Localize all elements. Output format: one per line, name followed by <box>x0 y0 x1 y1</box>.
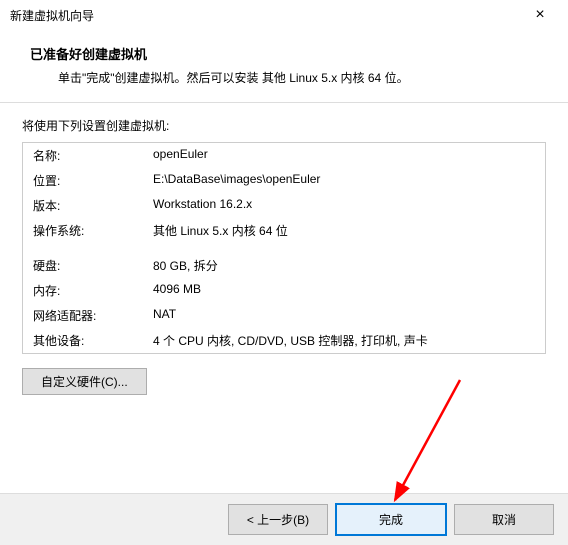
close-icon[interactable]: × <box>520 0 560 30</box>
row-value: 其他 Linux 5.x 内核 64 位 <box>143 218 545 243</box>
window-title: 新建虚拟机向导 <box>10 7 94 24</box>
summary-panel: 名称:openEuler 位置:E:\DataBase\images\openE… <box>22 142 546 354</box>
row-key: 内存: <box>23 278 143 303</box>
wizard-header: 已准备好创建虚拟机 单击"完成"创建虚拟机。然后可以安装 其他 Linux 5.… <box>0 30 568 102</box>
table-row: 内存:4096 MB <box>23 278 545 303</box>
intro-text: 将使用下列设置创建虚拟机: <box>22 117 546 134</box>
row-key: 操作系统: <box>23 218 143 243</box>
row-value: 4096 MB <box>143 278 545 303</box>
row-value: NAT <box>143 303 545 328</box>
row-key: 版本: <box>23 193 143 218</box>
back-button[interactable]: < 上一步(B) <box>228 504 328 535</box>
table-row: 硬盘:80 GB, 拆分 <box>23 253 545 278</box>
content-area: 将使用下列设置创建虚拟机: 名称:openEuler 位置:E:\DataBas… <box>0 103 568 395</box>
cancel-button[interactable]: 取消 <box>454 504 554 535</box>
customize-hardware-button[interactable]: 自定义硬件(C)... <box>22 368 147 395</box>
finish-button[interactable]: 完成 <box>336 504 446 535</box>
table-row: 网络适配器:NAT <box>23 303 545 328</box>
table-row: 位置:E:\DataBase\images\openEuler <box>23 168 545 193</box>
wizard-footer: < 上一步(B) 完成 取消 <box>0 493 568 545</box>
row-value: Workstation 16.2.x <box>143 193 545 218</box>
row-key: 硬盘: <box>23 253 143 278</box>
page-subheading: 单击"完成"创建虚拟机。然后可以安装 其他 Linux 5.x 内核 64 位。 <box>30 69 538 86</box>
page-heading: 已准备好创建虚拟机 <box>30 44 538 63</box>
row-key: 网络适配器: <box>23 303 143 328</box>
row-value: E:\DataBase\images\openEuler <box>143 168 545 193</box>
table-row: 其他设备:4 个 CPU 内核, CD/DVD, USB 控制器, 打印机, 声… <box>23 328 545 353</box>
table-row: 版本:Workstation 16.2.x <box>23 193 545 218</box>
table-row: 操作系统:其他 Linux 5.x 内核 64 位 <box>23 218 545 243</box>
row-value: 80 GB, 拆分 <box>143 253 545 278</box>
table-row: 名称:openEuler <box>23 143 545 168</box>
row-value: 4 个 CPU 内核, CD/DVD, USB 控制器, 打印机, 声卡 <box>143 328 545 353</box>
customize-row: 自定义硬件(C)... <box>22 368 546 395</box>
row-key: 名称: <box>23 143 143 168</box>
titlebar: 新建虚拟机向导 × <box>0 0 568 30</box>
row-key: 其他设备: <box>23 328 143 353</box>
row-key: 位置: <box>23 168 143 193</box>
row-value: openEuler <box>143 143 545 168</box>
summary-table: 名称:openEuler 位置:E:\DataBase\images\openE… <box>23 143 545 353</box>
